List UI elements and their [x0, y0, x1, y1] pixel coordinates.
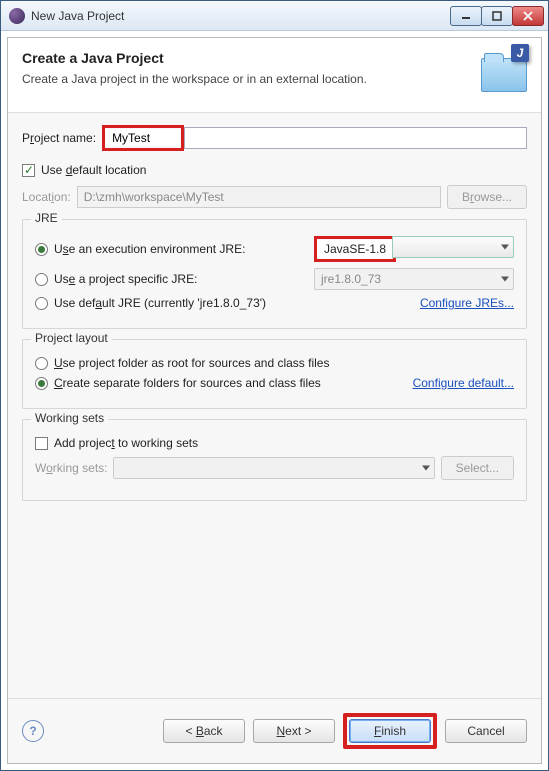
working-sets-row: Working sets: Select...	[35, 456, 514, 480]
page-title: Create a Java Project	[22, 50, 471, 66]
configure-jres-link[interactable]: Configure JREs...	[420, 296, 514, 310]
window-title: New Java Project	[31, 9, 451, 23]
configure-default-link[interactable]: Configure default...	[413, 376, 514, 390]
add-to-working-sets-checkbox[interactable]	[35, 437, 48, 450]
chevron-down-icon	[422, 466, 430, 471]
layout-root-radio[interactable]	[35, 357, 48, 370]
jre-specific-row: Use a project specific JRE: jre1.8.0_73	[35, 268, 514, 290]
project-layout-title: Project layout	[31, 331, 112, 345]
location-label: Location:	[22, 190, 71, 204]
select-working-sets-button: Select...	[441, 456, 514, 480]
use-default-location-row: Use default location	[22, 163, 527, 177]
highlight-project-name	[102, 125, 184, 151]
location-row: Location: Browse...	[22, 185, 527, 209]
dialog-content: Create a Java Project Create a Java proj…	[7, 37, 542, 764]
jre-default-radio[interactable]	[35, 297, 48, 310]
titlebar[interactable]: New Java Project	[1, 1, 548, 31]
location-input	[77, 186, 441, 208]
jre-default-row: Use default JRE (currently 'jre1.8.0_73'…	[35, 296, 514, 310]
eclipse-icon	[9, 8, 25, 24]
project-name-input-highlight[interactable]	[106, 129, 180, 147]
finish-button[interactable]: Finish	[349, 719, 431, 743]
wizard-footer: ? < Back Next > Finish Cancel	[8, 698, 541, 763]
jre-exec-env-label: Use an execution environment JRE:	[54, 242, 245, 256]
browse-button: Browse...	[447, 185, 527, 209]
chevron-down-icon	[501, 277, 509, 282]
layout-separate-label: Create separate folders for sources and …	[54, 376, 321, 390]
layout-separate-radio[interactable]	[35, 377, 48, 390]
working-sets-group: Working sets Add project to working sets…	[22, 419, 527, 501]
dialog-window: New Java Project Create a Java Project C…	[0, 0, 549, 771]
close-button[interactable]	[512, 6, 544, 26]
use-default-location-label: Use default location	[41, 163, 146, 177]
jre-exec-env-select[interactable]	[392, 236, 514, 258]
layout-root-row: Use project folder as root for sources a…	[35, 356, 514, 370]
jre-default-label: Use default JRE (currently 'jre1.8.0_73'…	[54, 296, 266, 310]
layout-root-label: Use project folder as root for sources a…	[54, 356, 329, 370]
cancel-button[interactable]: Cancel	[445, 719, 527, 743]
add-to-working-sets-label: Add project to working sets	[54, 436, 198, 450]
jre-exec-env-radio[interactable]	[35, 243, 48, 256]
jre-specific-select: jre1.8.0_73	[314, 268, 514, 290]
jre-specific-label: Use a project specific JRE:	[54, 272, 197, 286]
window-controls	[451, 6, 544, 26]
highlight-finish: Finish	[343, 713, 437, 749]
minimize-button[interactable]	[450, 6, 482, 26]
wizard-body: Project name: Use default location Locat…	[8, 113, 541, 698]
wizard-icon: J	[471, 50, 527, 98]
working-sets-select	[113, 457, 434, 479]
add-to-working-sets-row: Add project to working sets	[35, 436, 514, 450]
layout-separate-row: Create separate folders for sources and …	[35, 376, 514, 390]
project-name-row: Project name:	[22, 125, 527, 151]
jre-group: JRE Use an execution environment JRE: Ja…	[22, 219, 527, 329]
page-subtitle: Create a Java project in the workspace o…	[22, 72, 471, 86]
next-button[interactable]: Next >	[253, 719, 335, 743]
highlight-jre-value: JavaSE-1.8	[314, 236, 396, 262]
wizard-header: Create a Java Project Create a Java proj…	[8, 38, 541, 113]
jre-exec-env-row: Use an execution environment JRE: JavaSE…	[35, 236, 514, 262]
working-sets-label: Working sets:	[35, 461, 107, 475]
chevron-down-icon	[501, 245, 509, 250]
project-layout-group: Project layout Use project folder as roo…	[22, 339, 527, 409]
project-name-label: Project name:	[22, 131, 96, 145]
project-name-input[interactable]	[184, 127, 527, 149]
jre-selected-value: JavaSE-1.8	[318, 240, 392, 258]
help-icon[interactable]: ?	[22, 720, 44, 742]
jre-specific-radio[interactable]	[35, 273, 48, 286]
back-button[interactable]: < Back	[163, 719, 245, 743]
use-default-location-checkbox[interactable]	[22, 164, 35, 177]
jre-group-title: JRE	[31, 211, 62, 225]
maximize-button[interactable]	[481, 6, 513, 26]
working-sets-title: Working sets	[31, 411, 108, 425]
